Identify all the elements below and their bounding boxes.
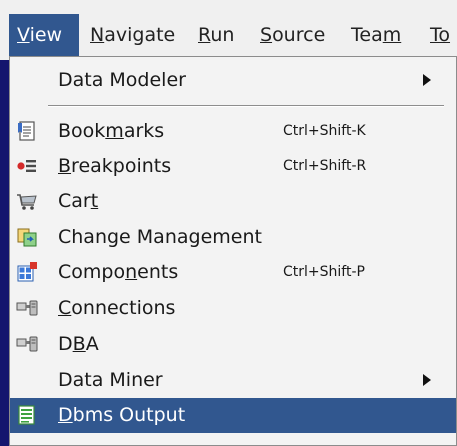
change-management-icon xyxy=(16,226,38,248)
menu-run-label: un xyxy=(210,24,235,46)
bookmarks-icon xyxy=(16,120,38,142)
menu-item-shortcut: Ctrl+Shift-R xyxy=(283,158,367,174)
menu-item-connections[interactable]: Connections xyxy=(10,291,456,326)
menu-team-label: Tea xyxy=(351,24,383,46)
submenu-arrow-icon xyxy=(423,74,431,86)
menu-tools-label: To xyxy=(430,24,451,46)
menu-item-label: Change Management xyxy=(58,226,262,248)
menu-item-label: Dbms Output xyxy=(58,404,186,426)
components-icon xyxy=(16,261,38,283)
submenu-arrow-icon xyxy=(423,374,431,386)
menu-run-mnemonic: R xyxy=(198,24,211,46)
menu-separator xyxy=(48,105,444,107)
menu-source[interactable]: Source xyxy=(252,14,333,56)
menu-navigate-mnemonic: N xyxy=(90,24,105,46)
menu-item-breakpoints[interactable]: Breakpoints Ctrl+Shift-R xyxy=(10,149,456,184)
dbms-output-icon xyxy=(16,404,38,426)
menu-item-label: Data Miner xyxy=(58,369,163,391)
dba-icon xyxy=(16,333,38,355)
menu-item-label: DBA xyxy=(58,333,99,355)
menu-item-label: Components xyxy=(58,261,179,283)
breakpoints-icon xyxy=(16,155,38,177)
view-menu-dropdown: Data Modeler Bookmarks Ctrl+Shift-K Brea… xyxy=(9,56,457,446)
menu-view-mnemonic: V xyxy=(17,24,30,46)
menu-item-dbms-output[interactable]: Dbms Output xyxy=(10,398,456,433)
menu-item-label: Cart xyxy=(58,190,99,212)
menu-team-mnemonic: m xyxy=(382,24,402,46)
menu-item-shortcut: Ctrl+Shift-K xyxy=(283,123,366,139)
menu-item-data-miner[interactable]: Data Miner xyxy=(10,363,456,398)
menu-item-label: Connections xyxy=(58,297,176,319)
menu-tools[interactable]: To xyxy=(422,14,457,56)
menu-item-data-modeler[interactable]: Data Modeler xyxy=(10,63,456,98)
menu-item-bookmarks[interactable]: Bookmarks Ctrl+Shift-K xyxy=(10,114,456,149)
menu-item-shortcut: Ctrl+Shift-P xyxy=(283,264,365,280)
menu-item-label: Data Modeler xyxy=(58,69,186,91)
menu-item-cart[interactable]: Cart xyxy=(10,184,456,219)
menu-team[interactable]: Team xyxy=(343,14,409,56)
cart-icon xyxy=(16,190,38,212)
menu-item-label: Breakpoints xyxy=(58,155,172,177)
menu-view[interactable]: View xyxy=(9,14,79,56)
menu-navigate[interactable]: Navigate xyxy=(82,14,183,56)
menu-source-mnemonic: S xyxy=(260,24,273,46)
menu-bar: View Navigate Run Source Team To xyxy=(0,0,457,60)
menu-item-label: Bookmarks xyxy=(58,120,165,142)
menu-item-change-management[interactable]: Change Management xyxy=(10,220,456,255)
menu-item-dba[interactable]: DBA xyxy=(10,327,456,362)
menu-navigate-label: avigate xyxy=(104,24,176,46)
menu-source-label: ource xyxy=(272,24,326,46)
menu-view-label: iew xyxy=(29,24,63,46)
menu-run[interactable]: Run xyxy=(190,14,242,56)
menu-item-components[interactable]: Components Ctrl+Shift-P xyxy=(10,255,456,290)
connections-icon xyxy=(16,297,38,319)
